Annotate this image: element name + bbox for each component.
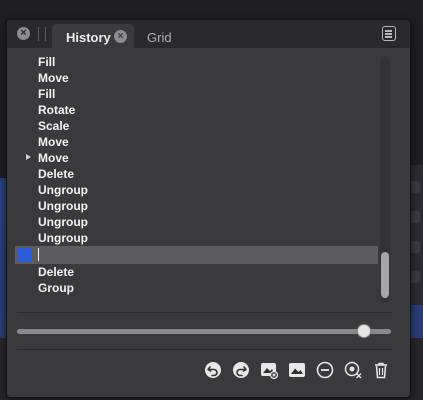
history-item-label: Rotate [38, 103, 76, 117]
divider [17, 349, 392, 350]
remove-all-icon[interactable] [344, 361, 362, 379]
color-swatch-icon [18, 248, 32, 262]
history-item-label: Fill [38, 87, 56, 101]
history-item[interactable]: Move [15, 150, 378, 166]
history-item-label: Scale [38, 119, 70, 133]
snapshot-icon[interactable] [288, 361, 306, 379]
history-item-label: Move [38, 135, 69, 149]
history-item[interactable]: Fill [15, 86, 378, 102]
history-scrollbar[interactable] [380, 56, 390, 303]
history-item-label: Ungroup [38, 183, 88, 197]
text-cursor [38, 248, 39, 261]
tab-close-icon[interactable]: × [114, 30, 127, 43]
history-item[interactable]: Scale [15, 118, 378, 134]
divider [17, 312, 392, 313]
history-item[interactable]: Delete [15, 264, 378, 280]
history-panel: × History × Grid Fill Move Fill Rotate S… [6, 19, 411, 398]
history-item-label: Move [38, 71, 69, 85]
panel-grip-handle[interactable] [38, 27, 46, 41]
history-item[interactable]: Ungroup [15, 214, 378, 230]
history-item[interactable]: Ungroup [15, 230, 378, 246]
history-item[interactable]: Ungroup [15, 198, 378, 214]
trash-icon[interactable] [372, 361, 390, 379]
panel-close-icon[interactable]: × [17, 27, 30, 40]
expand-triangle-icon[interactable] [26, 154, 31, 160]
snapshot-add-icon[interactable] [260, 361, 278, 379]
history-item-label: Ungroup [38, 231, 88, 245]
history-item-label: Ungroup [38, 215, 88, 229]
tab-history-label: History [66, 30, 111, 45]
history-item-label: Ungroup [38, 199, 88, 213]
history-item[interactable]: Delete [15, 166, 378, 182]
history-item-label: Fill [38, 55, 56, 69]
history-item[interactable]: Move [15, 70, 378, 86]
history-item[interactable]: Rotate [15, 102, 378, 118]
history-item[interactable]: Ungroup [15, 182, 378, 198]
panel-tab-bar: × History × Grid [7, 20, 410, 49]
history-item[interactable]: Group [15, 280, 378, 296]
history-list: Fill Move Fill Rotate Scale Move Move De… [15, 54, 378, 304]
history-item-selected[interactable] [15, 246, 378, 264]
history-item-label: Move [38, 151, 69, 165]
history-item[interactable]: Fill [15, 54, 378, 70]
history-slider-track[interactable] [17, 329, 391, 334]
remove-icon[interactable] [316, 361, 334, 379]
history-item-label: Group [38, 281, 74, 295]
history-item-label: Delete [38, 167, 75, 181]
history-item-label: Delete [38, 265, 75, 279]
panel-menu-icon[interactable] [382, 26, 396, 41]
tab-history[interactable]: History × [52, 24, 134, 49]
tab-grid[interactable]: Grid [147, 30, 172, 45]
scrollbar-thumb[interactable] [381, 252, 389, 298]
undo-icon[interactable] [204, 361, 222, 379]
history-item[interactable]: Move [15, 134, 378, 150]
history-slider-knob[interactable] [357, 324, 371, 338]
redo-icon[interactable] [232, 361, 250, 379]
